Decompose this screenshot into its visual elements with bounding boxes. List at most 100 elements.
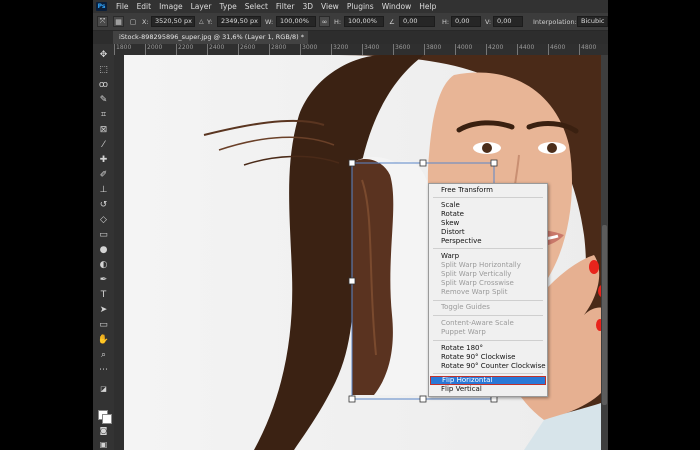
more-icon[interactable]: ⋯ <box>96 363 111 376</box>
hskew-label: H: <box>442 17 450 26</box>
stamp-icon[interactable]: ⊥ <box>96 183 111 196</box>
x-label: X: <box>142 17 149 26</box>
menu-3d[interactable]: 3D <box>298 2 317 11</box>
menu-select[interactable]: Select <box>241 2 272 11</box>
menu-flip-vertical[interactable]: Flip Vertical <box>429 385 547 394</box>
menu-file[interactable]: File <box>112 2 133 11</box>
height-field[interactable]: 100,00% <box>344 16 384 27</box>
ruler-tick: 2600 <box>238 44 255 55</box>
frame-icon[interactable]: ⊠ <box>96 123 111 136</box>
default-colors-icon[interactable]: ◪ <box>96 382 111 395</box>
menu-separator <box>433 373 543 374</box>
ruler-tick: 1800 <box>114 44 131 55</box>
transform-tool-icon[interactable]: ⤧ <box>97 16 108 27</box>
link-icon[interactable]: ∞ <box>319 16 330 27</box>
menu-warp[interactable]: Warp <box>429 252 547 261</box>
ruler-tick: 3400 <box>362 44 379 55</box>
quick-select-icon[interactable]: ✎ <box>96 93 111 106</box>
type-icon[interactable]: T <box>96 288 111 301</box>
eyedropper-icon[interactable]: ⁄ <box>96 138 111 151</box>
lasso-icon[interactable]: ꝏ <box>96 78 111 91</box>
menu-separator <box>433 300 543 301</box>
photoshop-window: Ps File Edit Image Layer Type Select Fil… <box>93 0 608 450</box>
ruler-tick: 2400 <box>207 44 224 55</box>
delta-icon: △ <box>199 18 204 25</box>
history-brush-icon[interactable]: ↺ <box>96 198 111 211</box>
ruler-vertical <box>114 55 124 450</box>
interpolation-select[interactable]: Bicubic <box>577 16 608 27</box>
menu-help[interactable]: Help <box>415 2 440 11</box>
menu-puppet-warp: Puppet Warp <box>441 328 486 336</box>
menu-edit[interactable]: Edit <box>133 2 156 11</box>
menu-bar: Ps File Edit Image Layer Type Select Fil… <box>93 0 608 13</box>
transform-context-menu: Free Transform Scale Rotate Skew Distort… <box>428 183 548 397</box>
marquee-icon[interactable]: ⬚ <box>96 63 111 76</box>
pen-icon[interactable]: ✒ <box>96 273 111 286</box>
menu-layer[interactable]: Layer <box>187 2 216 11</box>
app-logo: Ps <box>96 2 107 11</box>
menu-rotate-90-cw[interactable]: Rotate 90° Clockwise <box>429 353 547 362</box>
hskew-field[interactable]: 0,00 <box>451 16 481 27</box>
scrollbar-thumb[interactable] <box>602 225 607 405</box>
zoom-icon[interactable]: ⌕ <box>96 348 111 361</box>
menu-image[interactable]: Image <box>155 2 187 11</box>
gradient-icon[interactable]: ▭ <box>96 228 111 241</box>
dodge-icon[interactable]: ◐ <box>96 258 111 271</box>
w-label: W: <box>265 17 274 26</box>
menu-type[interactable]: Type <box>216 2 241 11</box>
menu-content-aware-scale: Content-Aware Scale <box>441 319 514 327</box>
ruler-tick: 3800 <box>424 44 441 55</box>
menu-free-transform[interactable]: Free Transform <box>429 186 547 195</box>
menu-separator <box>433 248 543 249</box>
background-color[interactable] <box>102 414 112 424</box>
y-label: Y: <box>207 17 213 26</box>
menu-perspective[interactable]: Perspective <box>429 237 547 246</box>
menu-rotate-90-ccw[interactable]: Rotate 90° Counter Clockwise <box>429 362 547 371</box>
ruler-tick: 3600 <box>393 44 410 55</box>
move-icon[interactable]: ✥ <box>96 48 111 61</box>
menu-scale[interactable]: Scale <box>429 201 547 210</box>
menu-plugins[interactable]: Plugins <box>343 2 378 11</box>
menu-filter[interactable]: Filter <box>272 2 299 11</box>
rectangle-icon[interactable]: ▭ <box>96 318 111 331</box>
menu-separator <box>433 315 543 316</box>
path-select-icon[interactable]: ➤ <box>96 303 111 316</box>
angle-field[interactable]: 0,00 <box>399 16 435 27</box>
menu-view[interactable]: View <box>317 2 343 11</box>
blur-icon[interactable]: ● <box>96 243 111 256</box>
screen-mode-icon[interactable]: ▣ <box>96 438 111 450</box>
crop-icon[interactable]: ⌗ <box>96 108 111 121</box>
vertical-scrollbar[interactable] <box>601 55 608 450</box>
ruler-tick: 4400 <box>517 44 534 55</box>
menu-window[interactable]: Window <box>378 2 416 11</box>
document-tab[interactable]: iStock-898295896_super.jpg @ 31,6% (Laye… <box>113 31 308 44</box>
reference-toggle-icon[interactable]: ▢ <box>129 16 137 27</box>
options-bar: ⤧ ▦ ▢ X: 3520,50 px △ Y: 2349,50 px W: 1… <box>93 13 608 31</box>
width-field[interactable]: 100,00% <box>276 16 316 27</box>
healing-icon[interactable]: ✚ <box>96 153 111 166</box>
tools-panel: ✥ ⬚ ꝏ ✎ ⌗ ⊠ ⁄ ✚ ✐ ⊥ ↺ ◇ ▭ ● ◐ ✒ T ➤ ▭ ✋ … <box>93 44 115 450</box>
eraser-icon[interactable]: ◇ <box>96 213 111 226</box>
menu-rotate-180[interactable]: Rotate 180° <box>429 344 547 353</box>
ruler-tick: 4600 <box>548 44 565 55</box>
reference-point-icon[interactable]: ▦ <box>113 16 124 27</box>
menu-remove-warp-split: Remove Warp Split <box>441 288 508 296</box>
menu-separator <box>433 197 543 198</box>
menu-distort[interactable]: Distort <box>429 228 547 237</box>
menu-flip-horizontal[interactable]: Flip Horizontal <box>430 376 546 385</box>
brush-icon[interactable]: ✐ <box>96 168 111 181</box>
quick-mask-icon[interactable]: ◙ <box>96 424 111 437</box>
menu-rotate[interactable]: Rotate <box>429 210 547 219</box>
vskew-label: V: <box>485 17 492 26</box>
ruler-tick: 4200 <box>486 44 503 55</box>
ruler-tick: 2800 <box>269 44 286 55</box>
menu-separator <box>433 340 543 341</box>
menu-skew[interactable]: Skew <box>429 219 547 228</box>
vskew-field[interactable]: 0,00 <box>493 16 523 27</box>
ruler-tick: 4800 <box>579 44 596 55</box>
interpolation-label: Interpolation: <box>533 17 577 26</box>
h-label: H: <box>334 17 342 26</box>
x-field[interactable]: 3520,50 px <box>151 16 195 27</box>
hand-icon[interactable]: ✋ <box>96 333 111 346</box>
y-field[interactable]: 2349,50 px <box>217 16 261 27</box>
